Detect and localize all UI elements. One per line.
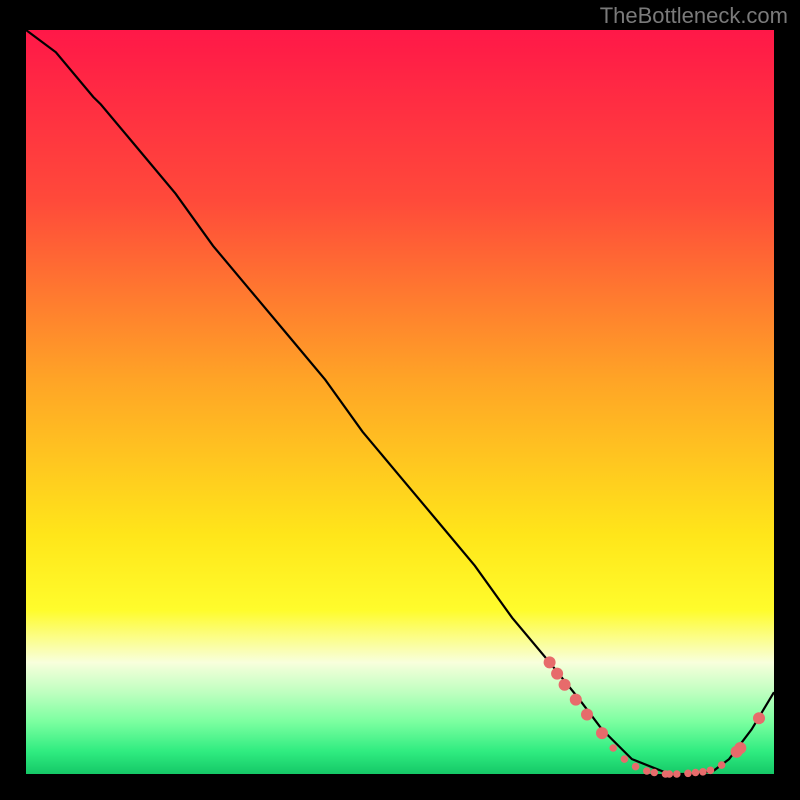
highlight-dot bbox=[673, 770, 681, 778]
highlight-dot bbox=[684, 770, 692, 778]
highlight-dot bbox=[707, 767, 715, 775]
attribution-text: TheBottleneck.com bbox=[600, 3, 788, 29]
highlight-dot bbox=[570, 694, 582, 706]
bottleneck-chart bbox=[0, 0, 800, 800]
highlight-dot bbox=[734, 742, 746, 754]
highlight-dot bbox=[609, 744, 617, 752]
highlight-dot bbox=[621, 755, 629, 763]
highlight-dot bbox=[692, 769, 700, 777]
gradient-background bbox=[26, 30, 774, 774]
highlight-dot bbox=[651, 769, 659, 777]
highlight-dot bbox=[581, 709, 593, 721]
highlight-dot bbox=[596, 727, 608, 739]
highlight-dot bbox=[544, 656, 556, 668]
highlight-dot bbox=[753, 712, 765, 724]
highlight-dot bbox=[718, 761, 726, 769]
highlight-dot bbox=[551, 668, 563, 680]
highlight-dot bbox=[699, 768, 707, 776]
highlight-dot bbox=[632, 763, 640, 771]
highlight-dot bbox=[643, 767, 651, 775]
highlight-dot bbox=[559, 679, 571, 691]
chart-frame: TheBottleneck.com bbox=[0, 0, 800, 800]
highlight-dot bbox=[666, 770, 674, 778]
